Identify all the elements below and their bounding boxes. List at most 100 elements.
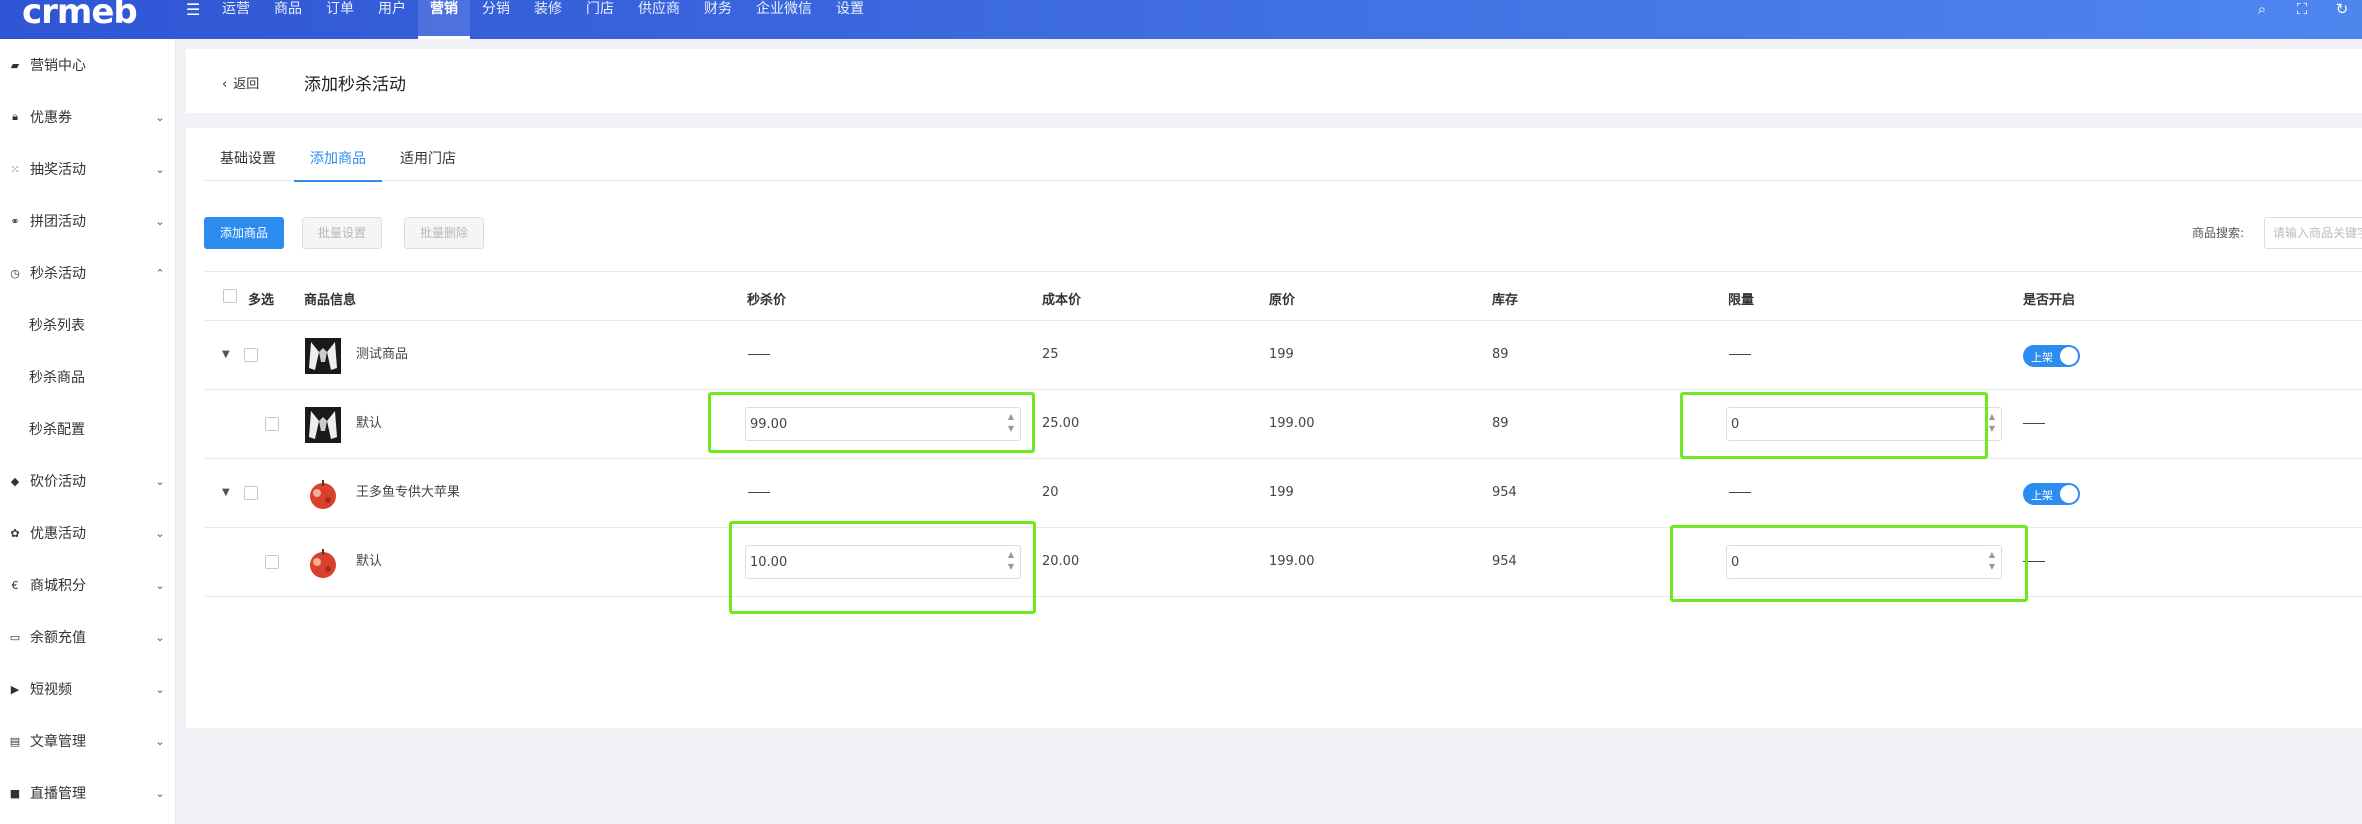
nav-item-users[interactable]: 用户 <box>366 0 418 39</box>
seckill-price-input[interactable]: 99.00 ▲ ▼ <box>745 407 1021 441</box>
sidebar-subitem-seckill-list[interactable]: 秒杀列表 <box>0 299 175 351</box>
sku-name: 默认 <box>356 416 383 431</box>
table-row-sku: 默认 10.00 ▲ ▼ 20.00 199.00 954 0 ▲ ▼ <box>204 528 2362 597</box>
card-icon: ▭ <box>9 630 21 644</box>
sidebar-item-short-video[interactable]: ▶ 短视频 ⌄ <box>0 663 175 715</box>
nav-item-settings[interactable]: 设置 <box>824 0 876 39</box>
chevron-left-icon: ‹ <box>222 77 228 92</box>
chevron-down-icon: ⌄ <box>155 682 165 696</box>
nav-item-distribution[interactable]: 分销 <box>470 0 522 39</box>
sidebar-item-marketing-center[interactable]: ▰ 营销中心 <box>0 39 175 91</box>
sidebar-item-recharge[interactable]: ▭ 余额充值 ⌄ <box>0 611 175 663</box>
fullscreen-icon[interactable]: ⛶ <box>2282 0 2322 20</box>
refresh-icon[interactable]: ↻ <box>2322 0 2362 20</box>
sku-name: 默认 <box>356 554 383 569</box>
batch-delete-button[interactable]: 批量删除 <box>404 217 484 249</box>
sidebar-item-points[interactable]: € 商城积分 ⌄ <box>0 559 175 611</box>
tab-applicable-stores[interactable]: 适用门店 <box>384 148 472 181</box>
back-button[interactable]: ‹ 返回 <box>222 73 259 92</box>
seckill-price-input[interactable]: 10.00 ▲ ▼ <box>745 545 1021 579</box>
product-name: 测试商品 <box>356 347 409 362</box>
grid-icon: ⁙ <box>10 162 20 176</box>
nav-item-suppliers[interactable]: 供应商 <box>626 0 692 39</box>
col-seckill-price: 秒杀价 <box>747 293 787 308</box>
chevron-up-icon: ⌃ <box>155 266 165 280</box>
stepper-icon[interactable]: ▲ ▼ <box>1989 549 1995 573</box>
search-label: 商品搜索: <box>2192 226 2245 240</box>
select-all-checkbox[interactable] <box>223 289 237 303</box>
dash-placeholder <box>748 492 770 493</box>
col-select: 多选 <box>248 293 275 308</box>
nav-item-finance[interactable]: 财务 <box>692 0 744 39</box>
limit-input[interactable]: 0 ▲ ▼ <box>1726 545 2002 579</box>
product-table: 多选 商品信息 秒杀价 成本价 原价 库存 限量 是否开启 ▼ 测试商品 25 … <box>204 271 2362 597</box>
col-original-price: 原价 <box>1269 293 1296 308</box>
search-icon[interactable]: ⌕ <box>2242 0 2282 20</box>
stepper-icon[interactable]: ▲ ▼ <box>1008 411 1014 435</box>
stepper-icon[interactable]: ▲ ▼ <box>1989 411 1995 435</box>
expand-icon[interactable]: ▼ <box>222 349 230 360</box>
input-value: 99.00 <box>750 417 788 432</box>
brand-logo[interactable]: crmeb <box>22 0 138 32</box>
row-checkbox[interactable] <box>265 417 279 431</box>
sidebar-subitem-seckill-products[interactable]: 秒杀商品 <box>0 351 175 403</box>
nav-item-orders[interactable]: 订单 <box>314 0 366 39</box>
sidebar-item-label: 营销中心 <box>30 58 86 74</box>
sidebar-item-label: 秒杀活动 <box>30 266 86 282</box>
cost-price: 25 <box>1042 347 1059 362</box>
nav-item-stores[interactable]: 门店 <box>574 0 626 39</box>
stepper-icon[interactable]: ▲ ▼ <box>1008 549 1014 573</box>
limit-input[interactable]: 0 ▲ ▼ <box>1726 407 2002 441</box>
nav-item-wecom[interactable]: 企业微信 <box>744 0 824 39</box>
chevron-down-icon: ⌄ <box>155 110 165 124</box>
sidebar-item-discounts[interactable]: ✿ 优惠活动 ⌄ <box>0 507 175 559</box>
page-title: 添加秒杀活动 <box>304 75 406 95</box>
sidebar-item-label: 优惠券 <box>30 110 72 126</box>
nav-item-products[interactable]: 商品 <box>262 0 314 39</box>
product-thumbnail <box>305 338 341 374</box>
lock-icon: 🔒︎ <box>12 110 18 123</box>
tab-bar: 基础设置 添加商品 适用门店 <box>204 148 2362 182</box>
stock: 89 <box>1492 416 1509 431</box>
sidebar-item-bargain[interactable]: ◆ 砍价活动 ⌄ <box>0 455 175 507</box>
add-product-button[interactable]: 添加商品 <box>204 217 284 249</box>
expand-icon[interactable]: ▼ <box>222 487 230 498</box>
stock: 954 <box>1492 485 1517 500</box>
sidebar-item-articles[interactable]: ▤ 文章管理 ⌄ <box>0 715 175 767</box>
input-value: 0 <box>1731 555 1740 570</box>
sidebar-item-coupons[interactable]: 🔒︎ 优惠券 ⌄ <box>0 91 175 143</box>
col-enabled: 是否开启 <box>2023 293 2076 308</box>
table-header: 多选 商品信息 秒杀价 成本价 原价 库存 限量 是否开启 <box>204 271 2362 321</box>
sidebar-subitem-seckill-config[interactable]: 秒杀配置 <box>0 403 175 455</box>
status-toggle[interactable]: 上架 <box>2023 483 2080 505</box>
chevron-down-icon: ⌄ <box>155 474 165 488</box>
row-checkbox[interactable] <box>244 486 258 500</box>
sidebar-item-seckill[interactable]: ◷ 秒杀活动 ⌃ <box>0 247 175 299</box>
dash-placeholder <box>2023 561 2045 562</box>
tag-icon: ◆ <box>10 474 20 488</box>
menu-toggle-icon[interactable]: ☰ <box>186 0 200 19</box>
col-stock: 库存 <box>1492 293 1519 308</box>
sidebar-item-label: 文章管理 <box>30 734 86 750</box>
status-toggle[interactable]: 上架 <box>2023 345 2080 367</box>
search-input[interactable] <box>2264 217 2362 249</box>
chevron-down-icon: ⌄ <box>155 526 165 540</box>
top-navbar: crmeb ☰ 运营 商品 订单 用户 营销 分销 装修 门店 供应商 财务 企… <box>0 0 2362 39</box>
nav-item-decoration[interactable]: 装修 <box>522 0 574 39</box>
sidebar-item-group-buy[interactable]: ⚭ 拼团活动 ⌄ <box>0 195 175 247</box>
nav-item-marketing[interactable]: 营销 <box>418 0 470 39</box>
tab-basic-settings[interactable]: 基础设置 <box>204 148 292 181</box>
sku-thumbnail <box>305 545 341 581</box>
dash-placeholder <box>1729 492 1751 493</box>
batch-set-button[interactable]: 批量设置 <box>302 217 382 249</box>
row-checkbox[interactable] <box>244 348 258 362</box>
col-limit: 限量 <box>1728 293 1755 308</box>
sidebar-item-live[interactable]: ■ 直播管理 ⌄ <box>0 767 175 819</box>
sidebar-item-label: 优惠活动 <box>30 526 86 542</box>
row-checkbox[interactable] <box>265 555 279 569</box>
back-label: 返回 <box>233 77 260 92</box>
sidebar-item-lottery[interactable]: ⁙ 抽奖活动 ⌄ <box>0 143 175 195</box>
nav-item-operations[interactable]: 运营 <box>210 0 262 39</box>
tab-add-products[interactable]: 添加商品 <box>294 148 382 182</box>
chevron-down-icon: ⌄ <box>155 214 165 228</box>
